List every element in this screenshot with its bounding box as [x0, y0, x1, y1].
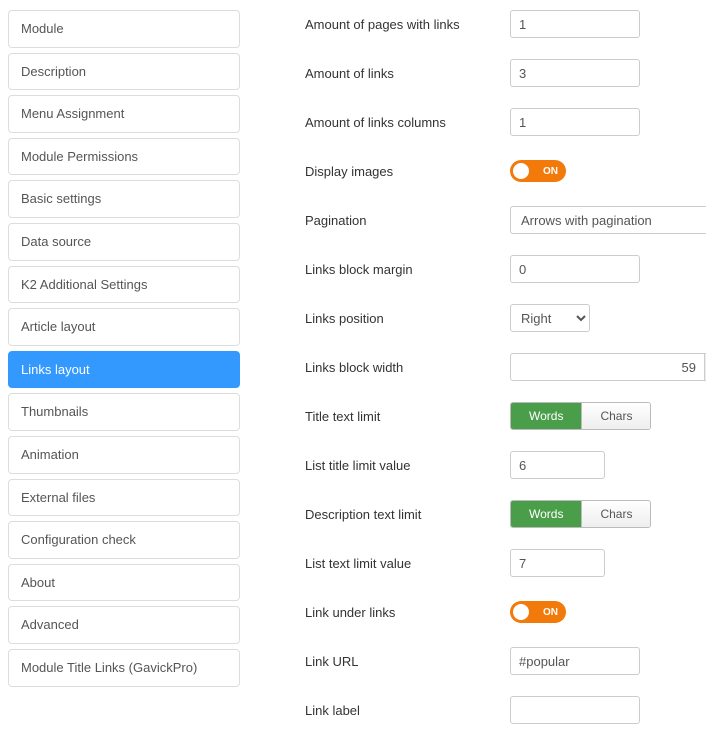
label-block-margin: Links block margin — [305, 262, 510, 277]
label-title-limit-val: List title limit value — [305, 458, 510, 473]
label-block-width: Links block width — [305, 360, 510, 375]
sidebar-item-advanced[interactable]: Advanced — [8, 606, 240, 644]
sidebar-item-article-layout[interactable]: Article layout — [8, 308, 240, 346]
sidebar-item-animation[interactable]: Animation — [8, 436, 240, 474]
sidebar-item-module-title-links[interactable]: Module Title Links (GavickPro) — [8, 649, 240, 687]
label-amount-links: Amount of links — [305, 66, 510, 81]
input-link-label[interactable] — [510, 696, 640, 724]
toggle-display-images[interactable]: ON — [510, 160, 566, 182]
sidebar-item-module[interactable]: Module — [8, 10, 240, 48]
label-amount-pages: Amount of pages with links — [305, 17, 510, 32]
seg-desc-limit: WordsChars — [510, 500, 651, 528]
label-link-label: Link label — [305, 703, 510, 718]
input-amount-pages[interactable] — [510, 10, 640, 38]
sidebar: Module Description Menu Assignment Module P… — [8, 10, 240, 745]
seg-desc-words[interactable]: Words — [511, 501, 582, 527]
sidebar-item-basic-settings[interactable]: Basic settings — [8, 180, 240, 218]
label-position: Links position — [305, 311, 510, 326]
sidebar-item-thumbnails[interactable]: Thumbnails — [8, 393, 240, 431]
label-desc-limit: Description text limit — [305, 507, 510, 522]
toggle-link-under[interactable]: ON — [510, 601, 566, 623]
label-link-under: Link under links — [305, 605, 510, 620]
sidebar-item-description[interactable]: Description — [8, 53, 240, 91]
label-text-limit-val: List text limit value — [305, 556, 510, 571]
input-title-limit-val[interactable] — [510, 451, 605, 479]
label-title-limit: Title text limit — [305, 409, 510, 424]
sidebar-item-module-permissions[interactable]: Module Permissions — [8, 138, 240, 176]
label-display-images: Display images — [305, 164, 510, 179]
sidebar-item-data-source[interactable]: Data source — [8, 223, 240, 261]
sidebar-item-k2-additional-settings[interactable]: K2 Additional Settings — [8, 266, 240, 304]
input-text-limit-val[interactable] — [510, 549, 605, 577]
select-pagination[interactable]: Arrows with pagination — [510, 206, 706, 234]
seg-desc-chars[interactable]: Chars — [582, 501, 650, 527]
input-block-width[interactable] — [510, 353, 705, 381]
input-block-margin[interactable] — [510, 255, 640, 283]
input-amount-links[interactable] — [510, 59, 640, 87]
label-amount-cols: Amount of links columns — [305, 115, 510, 130]
label-pagination: Pagination — [305, 213, 510, 228]
label-link-url: Link URL — [305, 654, 510, 669]
select-position[interactable]: Right — [510, 304, 590, 332]
form-panel: Amount of pages with links Amount of lin… — [240, 10, 706, 745]
sidebar-item-about[interactable]: About — [8, 564, 240, 602]
seg-title-chars[interactable]: Chars — [582, 403, 650, 429]
input-link-url[interactable] — [510, 647, 640, 675]
seg-title-words[interactable]: Words — [511, 403, 582, 429]
sidebar-item-menu-assignment[interactable]: Menu Assignment — [8, 95, 240, 133]
input-amount-cols[interactable] — [510, 108, 640, 136]
sidebar-item-external-files[interactable]: External files — [8, 479, 240, 517]
sidebar-item-configuration-check[interactable]: Configuration check — [8, 521, 240, 559]
sidebar-item-links-layout[interactable]: Links layout — [8, 351, 240, 389]
seg-title-limit: WordsChars — [510, 402, 651, 430]
